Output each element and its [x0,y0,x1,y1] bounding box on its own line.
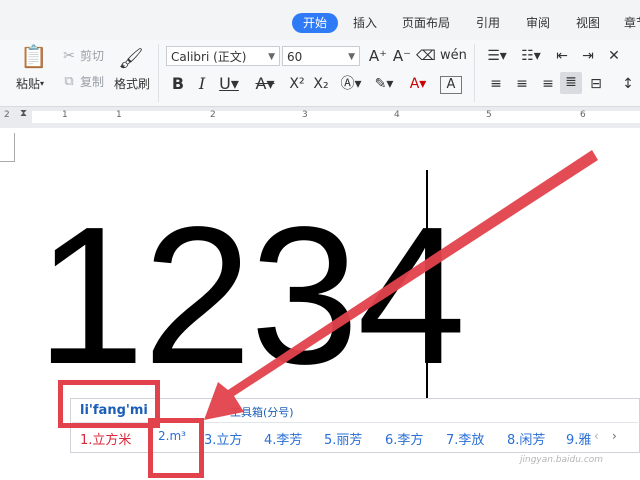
watermark: jingyan.baidu.com [520,455,604,465]
annotation-box-candidate [148,418,204,478]
annotation-box-pinyin [58,380,160,428]
arrow-shape [204,150,598,420]
